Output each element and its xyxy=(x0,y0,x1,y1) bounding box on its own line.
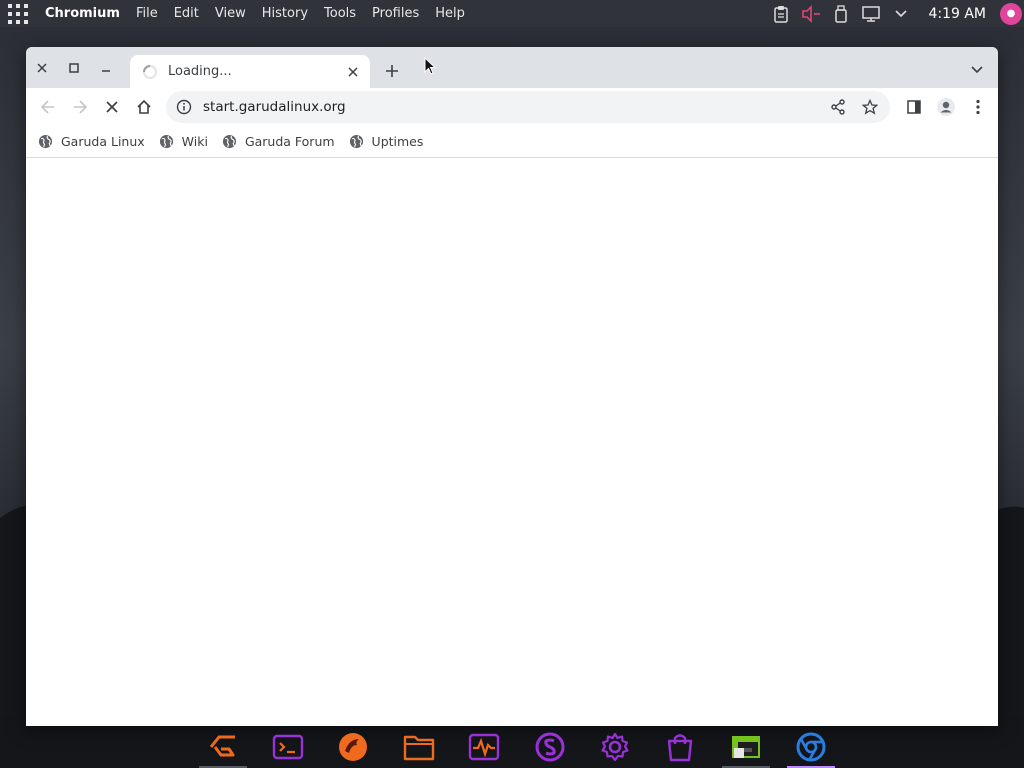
dock xyxy=(190,726,844,768)
menu-file[interactable]: File xyxy=(128,0,166,27)
side-panel-icon[interactable] xyxy=(898,91,930,123)
globe-icon xyxy=(38,134,53,149)
back-arrow-icon[interactable] xyxy=(32,91,64,123)
garuda-eagle-icon[interactable] xyxy=(325,726,381,768)
home-icon[interactable] xyxy=(128,91,160,123)
terminal-icon[interactable] xyxy=(260,726,316,768)
close-window-icon[interactable] xyxy=(29,57,55,79)
network-icon[interactable] xyxy=(859,2,883,26)
address-bar[interactable]: start.garudalinux.org xyxy=(166,91,890,123)
minimize-window-icon[interactable] xyxy=(93,57,119,79)
site-info-icon[interactable] xyxy=(176,99,192,115)
new-tab-icon[interactable] xyxy=(380,59,404,83)
share-icon[interactable] xyxy=(822,91,854,123)
menu-profiles[interactable]: Profiles xyxy=(364,0,427,27)
bookmark-uptimes[interactable]: Uptimes xyxy=(349,134,424,149)
toolbar: start.garudalinux.org xyxy=(26,88,998,126)
garuda-settings-icon[interactable] xyxy=(522,726,578,768)
stop-loading-icon[interactable] xyxy=(96,91,128,123)
chevron-down-icon[interactable] xyxy=(889,2,913,26)
bookmark-label: Uptimes xyxy=(371,134,424,149)
browser-window: Loading... start.garudalinux.org Garuda … xyxy=(26,47,998,726)
maximize-window-icon[interactable] xyxy=(61,57,87,79)
system-tray: 4:19 AM ● xyxy=(766,0,1024,27)
url-text[interactable]: start.garudalinux.org xyxy=(203,99,346,115)
bookmark-star-icon[interactable] xyxy=(854,91,886,123)
software-store-icon[interactable] xyxy=(652,726,708,768)
volume-muted-icon[interactable] xyxy=(799,2,823,26)
menu-view[interactable]: View xyxy=(207,0,254,27)
app-launcher-icon[interactable] xyxy=(0,0,36,27)
top-panel: Chromium File Edit View History Tools Pr… xyxy=(0,0,1024,27)
loading-spinner-icon xyxy=(143,64,157,79)
menu-edit[interactable]: Edit xyxy=(166,0,207,27)
tab-title: Loading... xyxy=(168,64,232,79)
globe-icon xyxy=(159,134,173,149)
globe-icon xyxy=(349,134,363,149)
menu-help[interactable]: Help xyxy=(427,0,473,27)
more-menu-icon[interactable] xyxy=(962,91,994,123)
chromium-icon[interactable] xyxy=(783,726,839,768)
tab-search-chevron-icon[interactable] xyxy=(966,59,988,81)
bookmarks-bar: Garuda Linux Wiki Garuda Forum Uptimes xyxy=(26,126,998,158)
tab-close-icon[interactable] xyxy=(344,63,362,81)
mouse-cursor-icon xyxy=(424,57,437,75)
menu-tools[interactable]: Tools xyxy=(316,0,364,27)
garuda-gamer-icon[interactable] xyxy=(718,726,774,768)
page-content[interactable] xyxy=(26,159,998,726)
bookmark-garuda-linux[interactable]: Garuda Linux xyxy=(38,134,145,149)
bookmark-wiki[interactable]: Wiki xyxy=(159,134,208,149)
file-manager-icon[interactable] xyxy=(391,726,447,768)
bookmark-label: Garuda Linux xyxy=(61,134,145,149)
menu-history[interactable]: History xyxy=(254,0,316,27)
globe-icon xyxy=(222,134,236,149)
tab-active[interactable]: Loading... xyxy=(130,55,370,88)
settings-gear-icon[interactable] xyxy=(587,726,643,768)
forward-arrow-icon[interactable] xyxy=(64,91,96,123)
bookmark-label: Garuda Forum xyxy=(244,134,335,149)
clipboard-icon[interactable] xyxy=(769,2,793,26)
garuda-welcome-icon[interactable] xyxy=(195,726,251,768)
tab-strip: Loading... xyxy=(26,47,998,88)
profile-icon[interactable] xyxy=(930,91,962,123)
clock[interactable]: 4:19 AM xyxy=(928,6,986,22)
bookmark-label: Wiki xyxy=(181,134,208,149)
bookmark-garuda-forum[interactable]: Garuda Forum xyxy=(222,134,335,149)
user-avatar[interactable]: ● xyxy=(1000,2,1022,25)
usb-drive-icon[interactable] xyxy=(829,2,853,26)
system-monitor-icon[interactable] xyxy=(456,726,512,768)
app-name[interactable]: Chromium xyxy=(36,0,128,27)
